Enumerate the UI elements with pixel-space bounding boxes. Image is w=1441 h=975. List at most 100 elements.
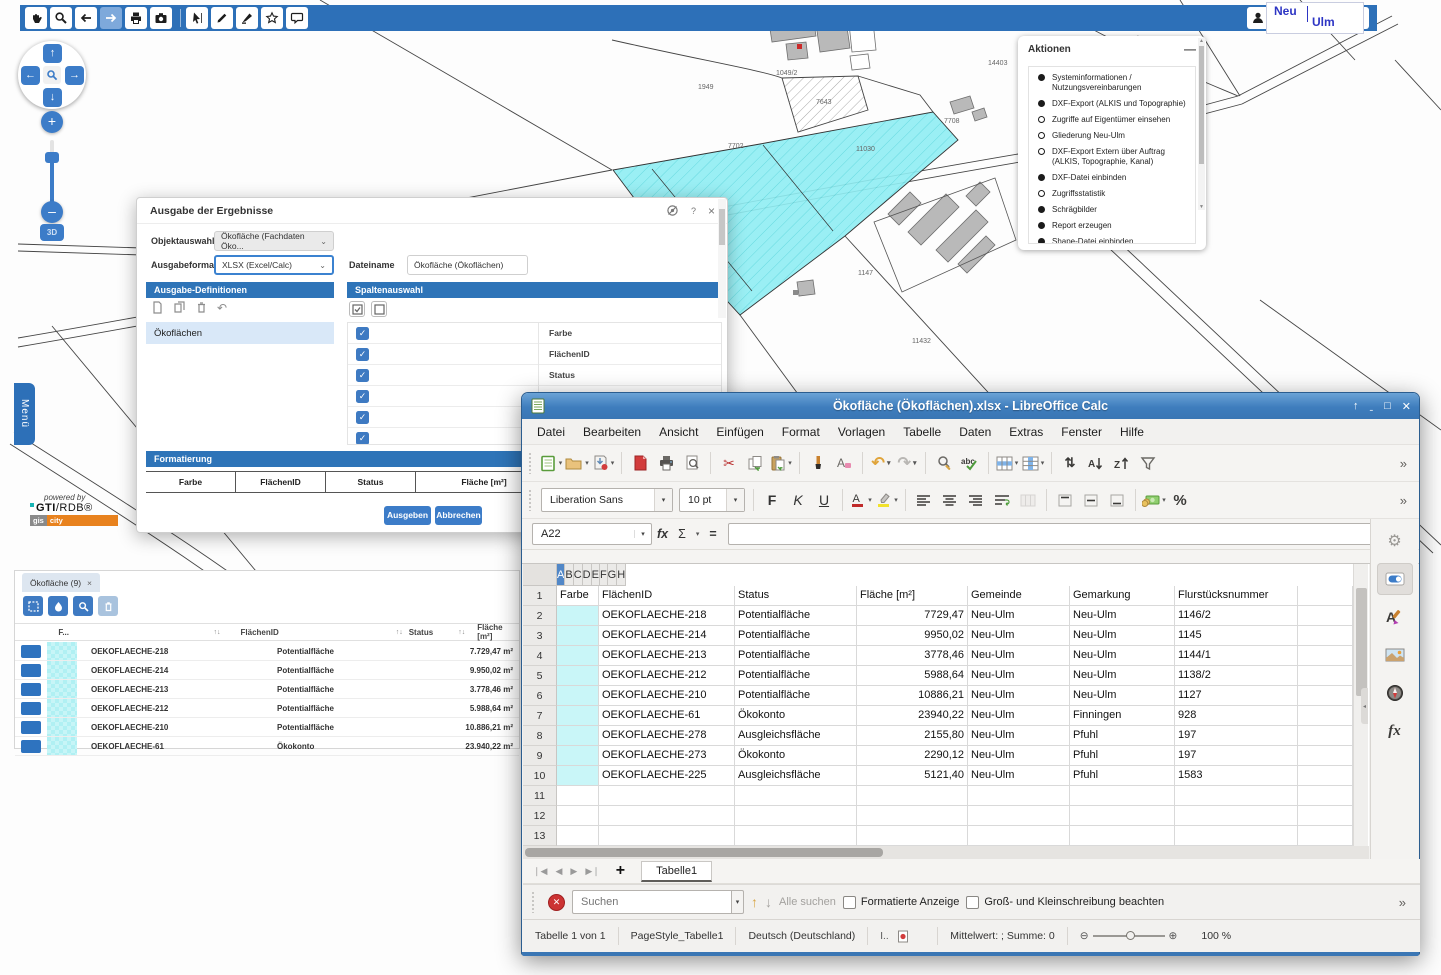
cell[interactable]: Pfuhl bbox=[1070, 726, 1175, 746]
formula-input[interactable]: ▾ bbox=[728, 523, 1409, 545]
cell[interactable]: OEKOFLAECHE-212 bbox=[599, 666, 735, 686]
cell[interactable]: 2155,80 bbox=[857, 726, 968, 746]
row-header[interactable]: 10 bbox=[523, 766, 557, 786]
row-header[interactable]: 7 bbox=[523, 706, 557, 726]
draw-marker-icon[interactable] bbox=[236, 7, 258, 29]
wrap-text-icon[interactable] bbox=[990, 488, 1014, 512]
cell[interactable]: Neu-Ulm bbox=[1070, 606, 1175, 626]
row-header[interactable]: 11 bbox=[523, 786, 557, 806]
equals-icon[interactable]: = bbox=[709, 527, 716, 541]
clear-formatting-icon[interactable]: A bbox=[832, 451, 856, 475]
export-pdf-icon[interactable] bbox=[628, 451, 652, 475]
cell[interactable]: 7729,47 bbox=[857, 606, 968, 626]
row-header[interactable]: 4 bbox=[523, 646, 557, 666]
column-header[interactable]: G bbox=[608, 564, 618, 586]
cell[interactable]: Pfuhl bbox=[1070, 766, 1175, 786]
menu-item[interactable]: Extras bbox=[1000, 419, 1052, 444]
cell[interactable]: 197 bbox=[1175, 726, 1298, 746]
results-row[interactable]: OEKOFLAECHE-61 Ökokonto 23.940,22 m² bbox=[15, 737, 519, 756]
cell[interactable] bbox=[557, 686, 599, 706]
menu-item[interactable]: Einfügen bbox=[707, 419, 772, 444]
last-sheet-icon[interactable]: ▶❘ bbox=[585, 866, 599, 877]
cell[interactable]: 9950,02 bbox=[857, 626, 968, 646]
results-row[interactable]: OEKOFLAECHE-213 Potentialfläche 3.778,46… bbox=[15, 680, 519, 699]
find-replace-icon[interactable] bbox=[932, 451, 956, 475]
cell[interactable] bbox=[1298, 766, 1353, 786]
bold-button[interactable]: F bbox=[760, 488, 784, 512]
cell[interactable]: Neu-Ulm bbox=[1070, 686, 1175, 706]
column-row[interactable]: ✓ FlächenID bbox=[348, 344, 721, 365]
history-back-icon[interactable] bbox=[75, 7, 97, 29]
align-left-icon[interactable] bbox=[912, 488, 936, 512]
column-header[interactable]: B bbox=[565, 564, 573, 586]
screenshot-camera-icon[interactable] bbox=[150, 7, 172, 29]
cell[interactable]: 1138/2 bbox=[1175, 666, 1298, 686]
keep-above-button[interactable]: ↑ bbox=[1353, 400, 1359, 412]
comment-bubble-icon[interactable] bbox=[286, 7, 308, 29]
cell[interactable] bbox=[1298, 786, 1353, 806]
zoom-in-icon[interactable]: ⊕ bbox=[1169, 930, 1178, 942]
new-icon[interactable]: ▾ bbox=[539, 451, 563, 475]
cell[interactable]: Ökokonto bbox=[735, 746, 857, 766]
delete-results-icon[interactable] bbox=[98, 596, 118, 616]
zoom-slider-handle[interactable] bbox=[45, 152, 59, 163]
cell[interactable]: Neu-Ulm bbox=[968, 666, 1070, 686]
cell[interactable]: FlächenID bbox=[599, 586, 735, 606]
minimize-button[interactable]: ˍ bbox=[1369, 400, 1373, 412]
toolbar-overflow-icon[interactable]: » bbox=[1399, 895, 1414, 910]
cell[interactable]: Farbe bbox=[557, 586, 599, 606]
highlight-style-icon[interactable] bbox=[48, 596, 68, 616]
cell[interactable]: Pfuhl bbox=[1070, 746, 1175, 766]
cell[interactable] bbox=[1298, 826, 1353, 846]
print-preview-icon[interactable] bbox=[680, 451, 704, 475]
open-icon[interactable]: ▾ bbox=[565, 451, 589, 475]
cell[interactable]: Neu-Ulm bbox=[968, 706, 1070, 726]
results-column-header[interactable]: ↑↓ bbox=[15, 624, 44, 640]
cell[interactable] bbox=[557, 606, 599, 626]
history-forward-icon[interactable] bbox=[100, 7, 122, 29]
cell[interactable] bbox=[968, 786, 1070, 806]
sidebar-collapse-handle[interactable]: ◂ bbox=[1361, 688, 1368, 724]
menu-item[interactable]: Bearbeiten bbox=[574, 419, 650, 444]
info-button[interactable] bbox=[21, 740, 41, 753]
close-find-icon[interactable]: ✕ bbox=[548, 894, 565, 911]
cell[interactable]: OEKOFLAECHE-278 bbox=[599, 726, 735, 746]
close-button[interactable]: ✕ bbox=[1402, 400, 1411, 413]
redo-icon[interactable]: ↷▾ bbox=[895, 451, 919, 475]
menu-item[interactable]: Hilfe bbox=[1111, 419, 1153, 444]
sidebar-functions-icon[interactable]: fx bbox=[1377, 715, 1413, 747]
cut-icon[interactable]: ✂ bbox=[717, 451, 741, 475]
cell[interactable] bbox=[735, 806, 857, 826]
sort-icon[interactable]: ⇅ bbox=[1058, 451, 1082, 475]
column-header[interactable]: D bbox=[583, 564, 592, 586]
checkbox-checked-icon[interactable]: ✓ bbox=[356, 369, 369, 382]
checkbox-icon[interactable] bbox=[966, 896, 979, 909]
results-column-header[interactable]: Fläche [m²] ↑↓ bbox=[477, 624, 519, 640]
cell[interactable]: Neu-Ulm bbox=[968, 726, 1070, 746]
row-header[interactable]: 12 bbox=[523, 806, 557, 826]
cell[interactable] bbox=[557, 746, 599, 766]
cell[interactable]: 3778,46 bbox=[857, 646, 968, 666]
align-vcenter-icon[interactable] bbox=[1079, 488, 1103, 512]
cell[interactable] bbox=[1175, 826, 1298, 846]
cell[interactable]: 10886,21 bbox=[857, 686, 968, 706]
checkbox-checked-icon[interactable]: ✓ bbox=[356, 327, 369, 340]
select-cursor-icon[interactable] bbox=[186, 7, 208, 29]
results-column-header[interactable]: F... ↑↓ bbox=[44, 624, 226, 640]
results-column-header[interactable]: FlächenID ↑↓ bbox=[227, 624, 409, 640]
cell[interactable] bbox=[557, 666, 599, 686]
column-header[interactable]: E bbox=[592, 564, 600, 586]
info-button[interactable] bbox=[21, 702, 41, 715]
menu-item[interactable]: Tabelle bbox=[894, 419, 950, 444]
cell[interactable]: 1144/1 bbox=[1175, 646, 1298, 666]
autofilter-icon[interactable] bbox=[1136, 451, 1160, 475]
pin-hide-icon[interactable] bbox=[666, 204, 679, 217]
sheet-tab-tabelle1[interactable]: Tabelle1 bbox=[641, 861, 712, 882]
dialog-close-icon[interactable]: × bbox=[708, 204, 715, 218]
row-header[interactable]: 3 bbox=[523, 626, 557, 646]
column-row[interactable]: ✓ Farbe bbox=[348, 323, 721, 344]
cell[interactable] bbox=[1298, 666, 1353, 686]
previous-sheet-icon[interactable]: ◀ bbox=[555, 866, 562, 877]
sum-icon[interactable]: Σ bbox=[678, 527, 686, 541]
underline-button[interactable]: U bbox=[812, 488, 836, 512]
